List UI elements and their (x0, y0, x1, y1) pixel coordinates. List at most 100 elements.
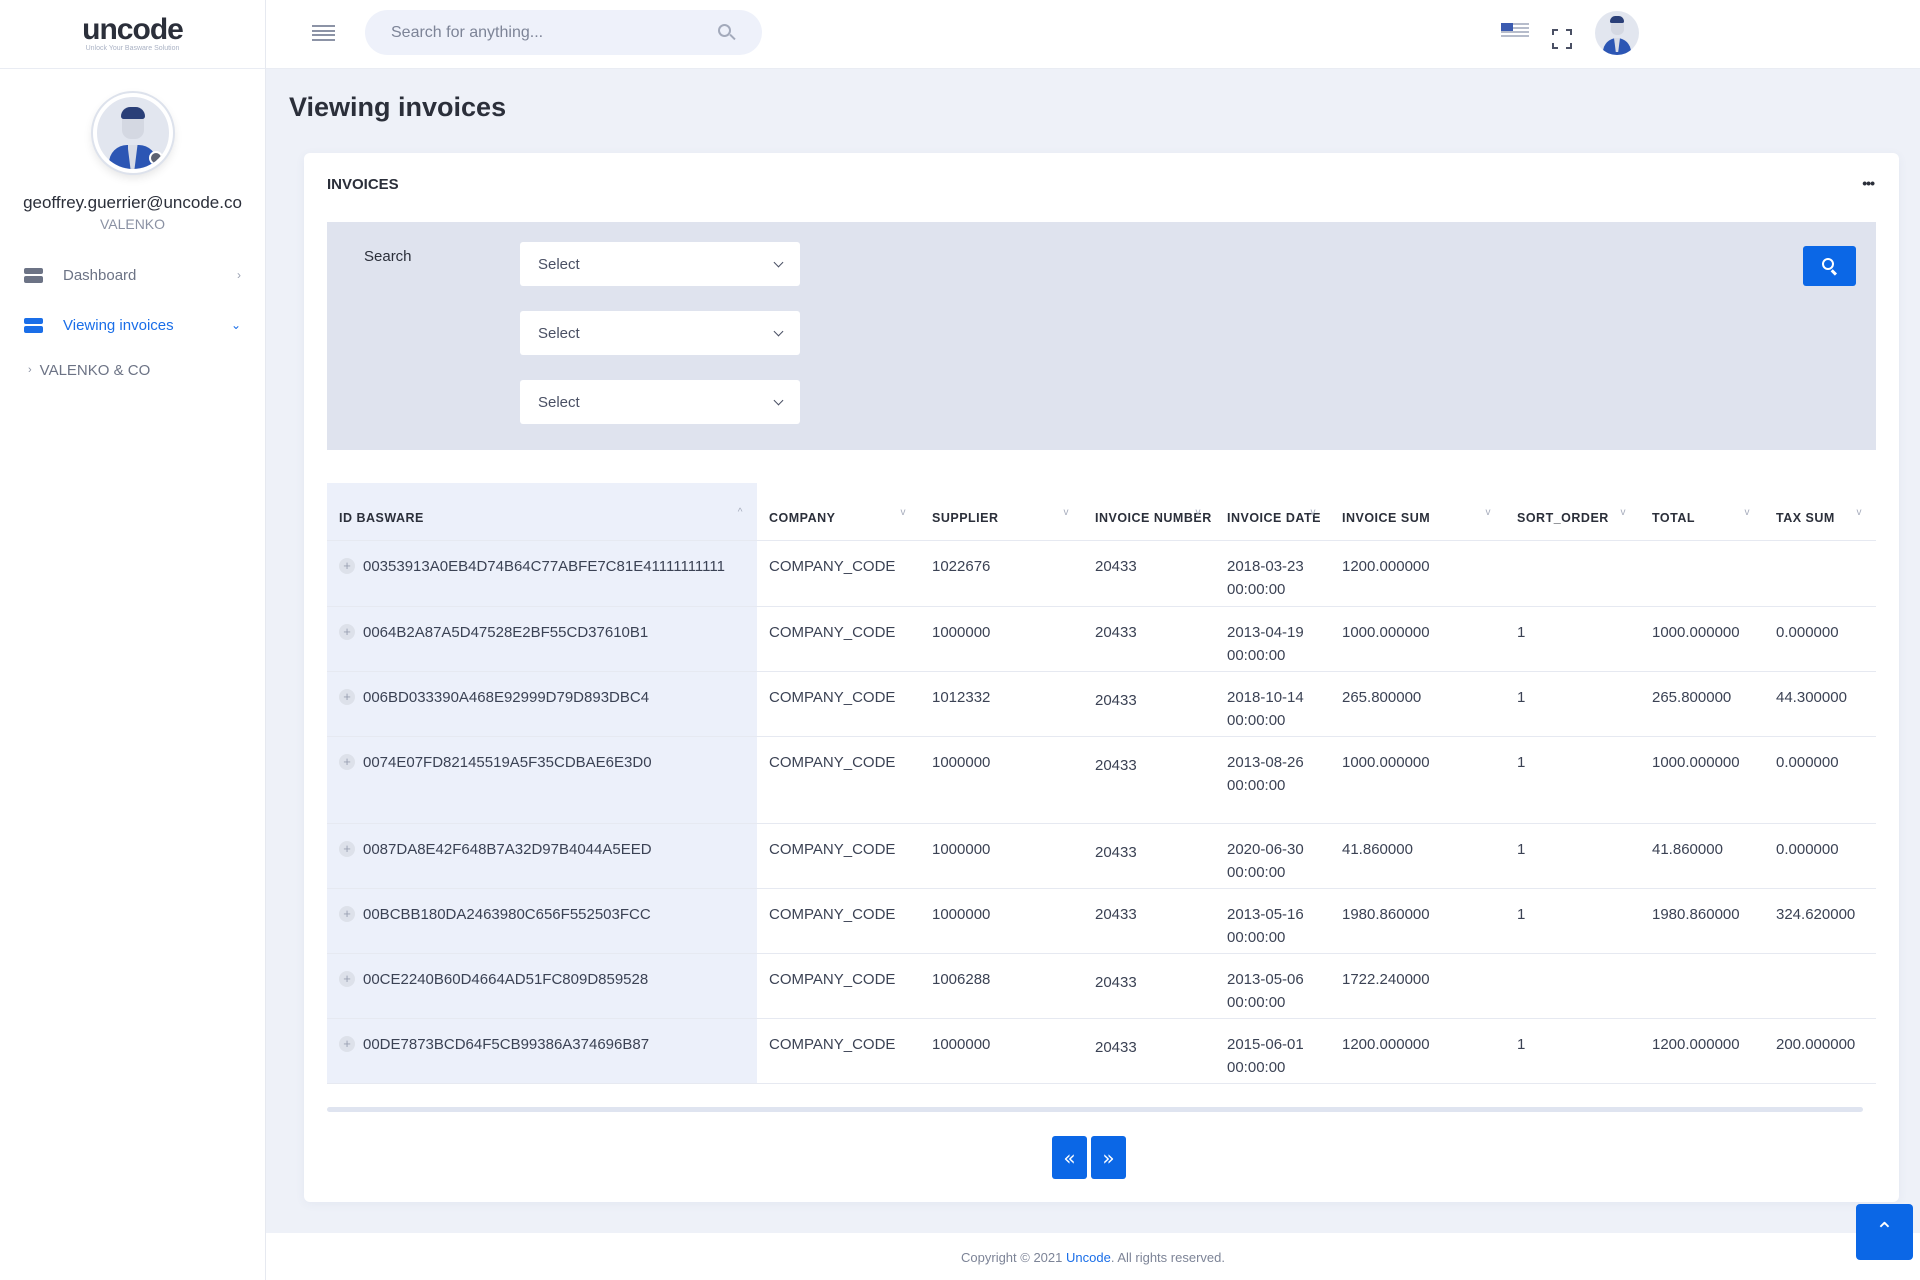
cell-value: 1000000 (932, 840, 991, 858)
filter-select-1[interactable]: Select (520, 242, 800, 286)
column-header[interactable]: INVOICE NUMBER v (1083, 483, 1215, 541)
expand-row-icon[interactable]: + (339, 623, 355, 640)
cell-tax-sum: 0.000000 (1764, 606, 1876, 672)
search-input[interactable] (391, 23, 718, 42)
cell-value: 265.800000 (1652, 688, 1732, 706)
cell-value: 2018-10-14 00:00:00 (1227, 688, 1304, 729)
column-header[interactable]: COMPANY v (757, 483, 920, 541)
next-page-button[interactable]: » (1091, 1136, 1126, 1179)
cell-value: 1000000 (932, 1035, 991, 1053)
expand-row-icon[interactable]: + (339, 905, 355, 922)
prev-page-button[interactable]: « (1052, 1136, 1087, 1179)
table-row[interactable]: +0064B2A87A5D47528E2BF55CD37610B1 COMPANY… (327, 606, 1876, 672)
search-button[interactable] (1803, 246, 1856, 286)
cell-total: 265.800000 (1640, 671, 1764, 737)
cell-total: 41.860000 (1640, 823, 1764, 889)
cell-value: COMPANY_CODE (769, 557, 896, 575)
cell-invoice-sum: 41.860000 (1330, 823, 1505, 889)
cell-total: 1980.860000 (1640, 888, 1764, 954)
table-row[interactable]: +006BD033390A468E92999D79D893DBC4 COMPANY… (327, 671, 1876, 737)
cell-company: COMPANY_CODE (757, 823, 920, 889)
fullscreen-icon[interactable] (1552, 29, 1572, 49)
cell-value: 200.000000 (1776, 1035, 1856, 1053)
column-header[interactable]: ID BASWARE ^ (327, 483, 757, 541)
cell-value: 1000000 (932, 905, 991, 923)
cell-supplier: 1000000 (920, 823, 1083, 889)
more-options-icon[interactable]: ••• (1862, 175, 1875, 191)
cell-value: COMPANY_CODE (769, 905, 896, 923)
uncode-link[interactable]: Uncode (1066, 1250, 1111, 1265)
expand-row-icon[interactable]: + (339, 557, 355, 574)
cell-value: 2013-08-26 00:00:00 (1227, 753, 1304, 794)
sort-asc-icon[interactable]: ^ (738, 503, 743, 522)
cell-id: +006BD033390A468E92999D79D893DBC4 (327, 671, 757, 737)
expand-row-icon[interactable]: + (339, 970, 355, 987)
expand-row-icon[interactable]: + (339, 840, 355, 857)
cell-invoice-date: 2013-04-19 00:00:00 (1215, 606, 1330, 672)
sidebar-subitem-valenko-co[interactable]: › VALENKO & CO (0, 350, 265, 390)
column-header-label: INVOICE SUM (1342, 510, 1431, 525)
filter-select-3[interactable]: Select (520, 380, 800, 424)
logo[interactable]: uncode Unlock Your Basware Solution (0, 0, 265, 69)
table-row[interactable]: +00DE7873BCD64F5CB99386A374696B87 COMPANY… (327, 1018, 1876, 1084)
column-header[interactable]: TOTAL v (1640, 483, 1764, 541)
cell-id: +00BCBB180DA2463980C656F552503FCC (327, 888, 757, 954)
cell-company: COMPANY_CODE (757, 540, 920, 607)
avatar[interactable] (92, 93, 173, 173)
cell-supplier: 1000000 (920, 606, 1083, 672)
expand-row-icon[interactable]: + (339, 1035, 355, 1052)
expand-row-icon[interactable]: + (339, 753, 355, 770)
horizontal-scrollbar[interactable] (327, 1107, 1863, 1112)
cell-invoice-sum: 1980.860000 (1330, 888, 1505, 954)
server-icon (24, 317, 43, 333)
column-header-label: COMPANY (769, 510, 836, 525)
cell-value: 1 (1517, 905, 1526, 923)
sort-desc-icon[interactable]: v (1064, 503, 1070, 522)
cell-value: 0.000000 (1776, 840, 1839, 858)
cell-total: 1000.000000 (1640, 736, 1764, 824)
cell-value: 20433 (1095, 623, 1137, 641)
cell-invoice-sum: 1200.000000 (1330, 540, 1505, 607)
expand-row-icon[interactable]: + (339, 688, 355, 705)
sort-desc-icon[interactable]: v (1857, 503, 1863, 522)
table-row[interactable]: +0074E07FD82145519A5F35CDBAE6E3D0 COMPANY… (327, 736, 1876, 824)
sort-desc-icon[interactable]: v (901, 503, 907, 522)
table-row[interactable]: +00CE2240B60D4664AD51FC809D859528 COMPANY… (327, 953, 1876, 1019)
sort-desc-icon[interactable]: v (1311, 503, 1317, 522)
column-header[interactable]: SORT_ORDER v (1505, 483, 1640, 541)
column-header[interactable]: INVOICE DATE v (1215, 483, 1330, 541)
table-row[interactable]: +0087DA8E42F648B7A32D97B4044A5EED COMPANY… (327, 823, 1876, 889)
user-avatar[interactable] (1595, 11, 1639, 55)
us-flag-icon[interactable] (1501, 23, 1529, 39)
cell-value: 265.800000 (1342, 688, 1422, 706)
table-row[interactable]: +00353913A0EB4D74B64C77ABFE7C81E41111111… (327, 540, 1876, 607)
avatar-hair (1610, 16, 1624, 23)
column-header[interactable]: TAX SUM v (1764, 483, 1876, 541)
sort-desc-icon[interactable]: v (1745, 503, 1751, 522)
sidebar-item-viewing-invoices[interactable]: Viewing invoices ⌄ (0, 300, 265, 350)
chevron-down-icon (773, 395, 784, 405)
sidebar-item-dashboard[interactable]: Dashboard › (0, 250, 265, 300)
scroll-to-top-button[interactable]: ⌃ (1856, 1204, 1913, 1260)
filter-select-2[interactable]: Select (520, 311, 800, 355)
cell-value: 1200.000000 (1342, 1035, 1430, 1053)
sort-desc-icon[interactable]: v (1621, 503, 1627, 522)
cell-value: COMPANY_CODE (769, 623, 896, 641)
table-row[interactable]: +00BCBB180DA2463980C656F552503FCC COMPANY… (327, 888, 1876, 954)
column-header[interactable]: INVOICE SUM v (1330, 483, 1505, 541)
pagination: « » (1052, 1136, 1126, 1179)
sort-desc-icon[interactable]: v (1196, 503, 1202, 522)
cell-value: 20433 (1095, 756, 1137, 774)
cell-value: 1980.860000 (1652, 905, 1740, 923)
cell-value: 2020-06-30 00:00:00 (1227, 840, 1304, 881)
cell-value: 00BCBB180DA2463980C656F552503FCC (363, 905, 651, 923)
search-icon[interactable] (718, 23, 736, 42)
column-header[interactable]: SUPPLIER v (920, 483, 1083, 541)
cell-total (1640, 540, 1764, 607)
cell-id: +0087DA8E42F648B7A32D97B4044A5EED (327, 823, 757, 889)
cell-company: COMPANY_CODE (757, 888, 920, 954)
menu-icon[interactable] (312, 25, 335, 41)
sidebar: uncode Unlock Your Basware Solution geof… (0, 0, 266, 1280)
chevron-down-icon (773, 326, 784, 336)
sort-desc-icon[interactable]: v (1486, 503, 1492, 522)
